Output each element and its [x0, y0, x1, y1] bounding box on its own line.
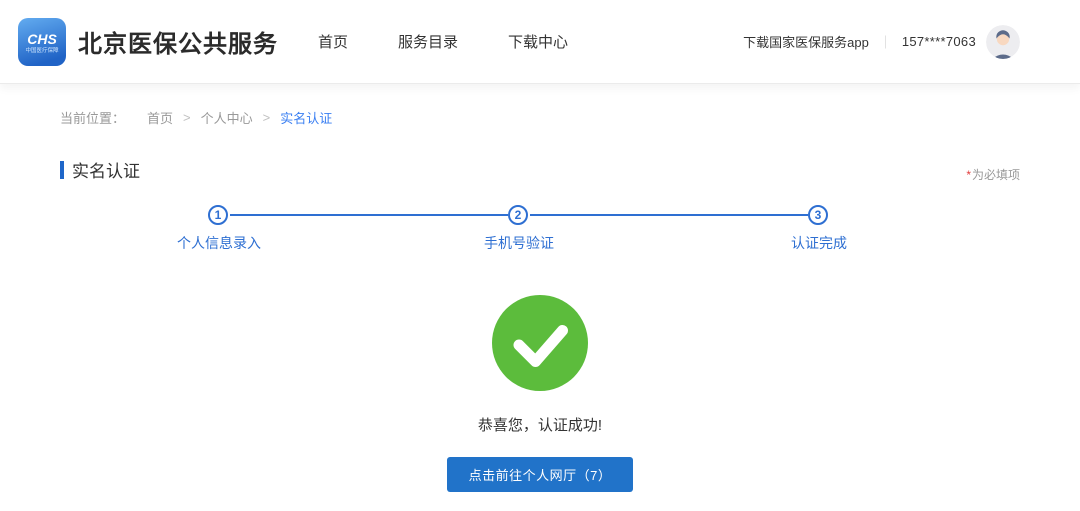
breadcrumb: 当前位置： 首页 > 个人中心 > 实名认证 [60, 108, 1020, 127]
required-note-text: 为必填项 [971, 167, 1020, 182]
breadcrumb-item-personal-center[interactable]: 个人中心 [201, 108, 253, 127]
header-right: 下载国家医保服务app ｜ 157****7063 [743, 24, 1020, 59]
breadcrumb-prefix: 当前位置： [60, 111, 126, 126]
nav-item-download-center[interactable]: 下载中心 [508, 31, 568, 52]
download-app-link[interactable]: 下载国家医保服务app [743, 32, 869, 51]
nav-item-home[interactable]: 首页 [318, 31, 348, 52]
step-connector-line [530, 213, 808, 216]
step-3-label: 认证完成 [791, 234, 847, 251]
required-star: * [966, 167, 971, 182]
logo-subtext: 中国医疗保障 [25, 46, 59, 54]
result-panel: 恭喜您，认证成功! 点击前往个人网厅（7） [0, 294, 1080, 492]
header-divider: ｜ [878, 35, 892, 50]
breadcrumb-separator: > [183, 110, 191, 125]
step-3: 3 认证完成 [791, 204, 847, 251]
step-1-label: 个人信息录入 [177, 234, 261, 251]
logo-abbr: CHS [27, 31, 57, 47]
main-nav: 首页 服务目录 下载中心 [318, 31, 568, 52]
page-title: 实名认证 [60, 157, 140, 182]
step-2-circle: 2 [508, 204, 528, 225]
breadcrumb-item-current: 实名认证 [280, 111, 333, 126]
chs-logo-icon[interactable]: CHS 中国医疗保障 [18, 17, 66, 66]
success-check-icon [492, 294, 588, 391]
page-title-text: 实名认证 [72, 162, 140, 181]
page-title-row: 实名认证 *为必填项 [60, 157, 1020, 183]
step-1: 1 个人信息录入 [177, 204, 261, 251]
step-1-circle: 1 [208, 204, 228, 225]
title-accent-bar [60, 160, 64, 179]
step-3-circle: 3 [808, 204, 828, 225]
step-indicator: 1 个人信息录入 2 手机号验证 3 认证完成 [177, 204, 847, 251]
step-2: 2 手机号验证 [484, 204, 554, 251]
breadcrumb-separator: > [262, 110, 271, 125]
site-title: 北京医保公共服务 [78, 31, 278, 58]
step-2-label: 手机号验证 [484, 234, 554, 251]
go-to-personal-hall-button[interactable]: 点击前往个人网厅（7） [446, 456, 634, 492]
success-message: 恭喜您，认证成功! [477, 416, 603, 434]
breadcrumb-item-home[interactable]: 首页 [147, 108, 173, 127]
nav-item-service-directory[interactable]: 服务目录 [398, 31, 458, 52]
header: CHS 中国医疗保障 北京医保公共服务 首页 服务目录 下载中心 下载国家医保服… [0, 0, 1080, 84]
user-avatar[interactable] [986, 24, 1020, 59]
required-note: *为必填项 [966, 166, 1020, 183]
user-phone: 157****7063 [901, 34, 976, 49]
step-connector-line [230, 213, 508, 216]
